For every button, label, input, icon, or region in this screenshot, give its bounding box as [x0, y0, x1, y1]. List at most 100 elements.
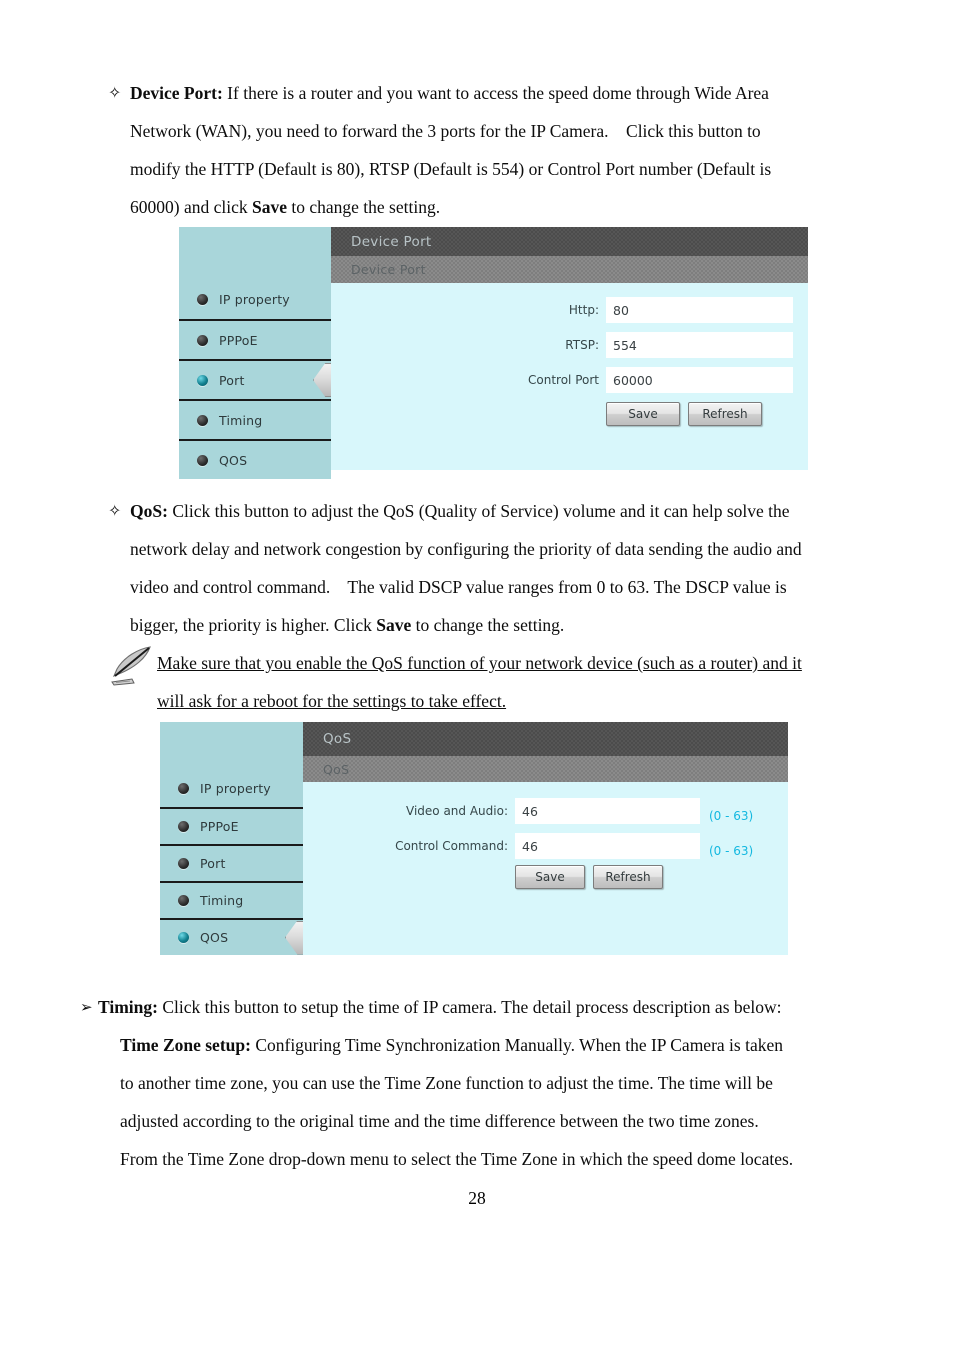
sidebar-item-label: QOS — [200, 930, 229, 945]
sidebar-item-label: Timing — [200, 893, 244, 908]
timing-line-1: Click this button to setup the time of I… — [157, 997, 782, 1017]
device-port-line-3: modify the HTTP (Default is 80), RTSP (D… — [130, 159, 772, 179]
qos-button-row: Save Refresh — [515, 865, 788, 889]
sidebar-item-ip-property[interactable]: IP property — [160, 770, 303, 807]
device-port-line-1: If there is a router and you want to acc… — [222, 83, 769, 103]
control-command-input[interactable]: 46 — [515, 833, 700, 859]
device-port-content: Device Port Device Port Http: 80 RTSP: 5… — [331, 227, 808, 470]
subterm-time-zone-setup: Time Zone setup: — [120, 1035, 251, 1055]
device-port-line-2: Network (WAN), you need to forward the 3… — [130, 121, 761, 141]
bullet-dot-icon — [197, 414, 208, 426]
term-qos: QoS: — [130, 501, 168, 521]
sidebar-item-port[interactable]: Port — [179, 359, 357, 399]
sidebar-item-pppoe[interactable]: PPPoE — [179, 319, 331, 359]
sidebar-item-qos[interactable]: QOS — [160, 918, 329, 955]
term-timing: Timing: — [98, 997, 158, 1017]
bullet-dot-icon — [197, 454, 208, 466]
device-port-line-4-tail: to change the setting. — [286, 197, 441, 217]
device-port-subbar: Device Port — [331, 256, 808, 283]
panel-subtitle: QoS — [323, 761, 350, 777]
paragraph-qos: ✧ QoS: Click this button to adjust the Q… — [108, 492, 898, 644]
device-port-panel[interactable]: IP property PPPoE Port Timing QOS Device… — [179, 227, 808, 479]
sidebar-item-label: IP property — [219, 291, 290, 307]
bullet-star-icon: ✧ — [108, 501, 122, 520]
http-label: Http: — [568, 303, 599, 317]
timing-line-4: adjusted according to the original time … — [120, 1111, 759, 1131]
bullet-dot-icon — [178, 895, 189, 906]
timing-line-3: to another time zone, you can use the Ti… — [120, 1073, 773, 1093]
form-row-control-command: Control Command: 46 (0 - 63) — [303, 833, 788, 859]
bullet-arrow-icon: ➢ — [80, 998, 93, 1016]
bullet-dot-icon — [197, 293, 208, 305]
bullet-dot-active-icon — [197, 374, 208, 386]
sidebar-item-label: IP property — [200, 781, 271, 796]
sidebar-item-label: Port — [219, 372, 245, 388]
qos-content: QoS QoS Video and Audio: 46 (0 - 63) Con… — [303, 722, 788, 955]
sidebar-item-timing[interactable]: Timing — [160, 881, 303, 918]
http-input[interactable]: 80 — [606, 297, 793, 323]
device-port-sidebar[interactable]: IP property PPPoE Port Timing QOS — [179, 227, 357, 479]
refresh-button[interactable]: Refresh — [688, 402, 762, 426]
sidebar-item-pppoe[interactable]: PPPoE — [160, 807, 303, 844]
bullet-dot-icon — [178, 821, 189, 832]
qos-sidebar[interactable]: IP property PPPoE Port Timing QOS — [160, 722, 329, 955]
sidebar-item-label: PPPoE — [219, 332, 258, 348]
sidebar-item-label: QOS — [219, 452, 248, 468]
panel-title: QoS — [323, 731, 352, 747]
video-audio-input[interactable]: 46 — [515, 798, 700, 824]
save-button[interactable]: Save — [515, 865, 585, 889]
paragraph-device-port: ✧ Device Port: If there is a router and … — [108, 74, 858, 226]
save-bold-qos: Save — [376, 615, 412, 635]
sidebar-item-ip-property[interactable]: IP property — [179, 279, 331, 319]
control-command-label: Control Command: — [395, 839, 508, 853]
sidebar-item-timing[interactable]: Timing — [179, 399, 331, 439]
form-row-http: Http: 80 — [331, 297, 808, 323]
control-command-range-hint: (0 - 63) — [709, 844, 754, 858]
control-port-label: Control Port — [528, 373, 599, 387]
device-port-button-row: Save Refresh — [606, 402, 808, 426]
qos-form: Video and Audio: 46 (0 - 63) Control Com… — [303, 782, 788, 889]
video-audio-label: Video and Audio: — [406, 804, 508, 818]
refresh-button[interactable]: Refresh — [593, 865, 663, 889]
qos-line-1: Click this button to adjust the QoS (Qua… — [167, 501, 790, 521]
bullet-dot-icon — [178, 783, 189, 794]
rtsp-label: RTSP: — [565, 338, 599, 352]
bullet-dot-icon — [178, 858, 189, 869]
sidebar-item-qos[interactable]: QOS — [179, 439, 331, 479]
page-number: 28 — [468, 1188, 486, 1208]
panel-subtitle: Device Port — [351, 262, 426, 277]
qos-titlebar: QoS — [303, 722, 788, 756]
paragraph-timing: ➢ Timing: Click this button to setup the… — [80, 988, 890, 1178]
qos-line-2: network delay and network congestion by … — [130, 539, 802, 559]
rtsp-input[interactable]: 554 — [606, 332, 793, 358]
sidebar-item-port[interactable]: Port — [160, 844, 303, 881]
sidebar-top-spacer — [160, 722, 303, 770]
sidebar-item-label: PPPoE — [200, 819, 239, 834]
qos-panel[interactable]: IP property PPPoE Port Timing QOS QoS Qo… — [160, 722, 788, 955]
sidebar-item-label: Timing — [219, 412, 263, 428]
control-port-input[interactable]: 60000 — [606, 367, 793, 393]
bullet-star-icon: ✧ — [108, 83, 122, 102]
device-port-line-4: 60000) and click — [130, 197, 252, 217]
feather-pen-icon — [111, 646, 151, 686]
sidebar-top-spacer — [179, 227, 331, 279]
qos-note-line-1: Make sure that you enable the QoS functi… — [157, 653, 802, 673]
timing-line-2: Configuring Time Synchronization Manuall… — [250, 1035, 783, 1055]
term-device-port: Device Port: — [130, 83, 223, 103]
qos-line-4: bigger, the priority is higher. Click — [130, 615, 377, 635]
save-button[interactable]: Save — [606, 402, 680, 426]
qos-line-4-tail: to change the setting. — [411, 615, 565, 635]
device-port-titlebar: Device Port — [331, 227, 808, 256]
video-audio-range-hint: (0 - 63) — [709, 809, 754, 823]
bullet-dot-active-icon — [178, 932, 189, 943]
panel-title: Device Port — [351, 233, 432, 250]
device-port-form: Http: 80 RTSP: 554 Control Port 60000 Sa… — [331, 283, 808, 426]
qos-note-line-2: will ask for a reboot for the settings t… — [157, 691, 507, 711]
paragraph-qos-note: Make sure that you enable the QoS functi… — [157, 644, 897, 720]
timing-line-5: From the Time Zone drop-down menu to sel… — [120, 1149, 794, 1169]
qos-subbar: QoS — [303, 756, 788, 782]
save-bold-device-port: Save — [251, 197, 287, 217]
bullet-dot-icon — [197, 334, 208, 346]
form-row-control-port: Control Port 60000 — [331, 367, 808, 393]
sidebar-item-label: Port — [200, 856, 226, 871]
